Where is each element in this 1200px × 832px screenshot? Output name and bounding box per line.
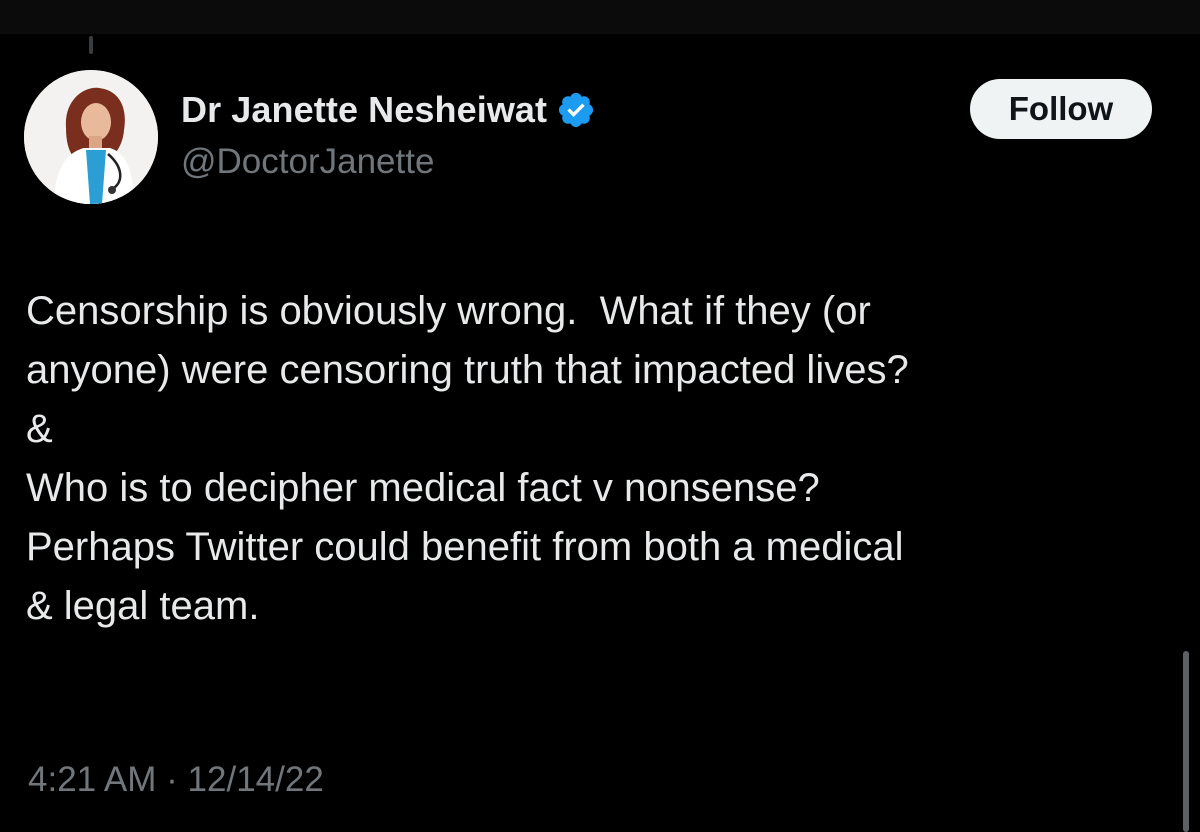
tweet-line: anyone) were censoring truth that impact… — [26, 348, 909, 392]
top-bar — [0, 0, 1200, 34]
follow-button[interactable]: Follow — [970, 79, 1152, 139]
tweet-line: Perhaps Twitter could benefit from both … — [26, 525, 904, 569]
tweet-date: 12/14/22 — [187, 760, 324, 799]
thread-connector-line — [89, 36, 93, 54]
tweet-line: Who is to decipher medical fact v nonsen… — [26, 466, 820, 510]
tweet-time: 4:21 AM — [28, 760, 157, 799]
author-handle[interactable]: @DoctorJanette — [181, 142, 434, 182]
tweet-timestamp[interactable]: 4:21 AM · 12/14/22 — [28, 760, 324, 800]
avatar[interactable] — [24, 70, 158, 204]
tweet-line: & legal team. — [26, 584, 260, 628]
timestamp-separator: · — [166, 760, 178, 799]
author-name-row: Dr Janette Nesheiwat — [181, 86, 596, 134]
verified-badge-icon[interactable] — [556, 90, 596, 130]
tweet-line: & — [26, 407, 53, 451]
author-display-name[interactable]: Dr Janette Nesheiwat — [181, 89, 547, 131]
tweet-line: Censorship is obviously wrong. What if t… — [26, 289, 871, 333]
avatar-image — [24, 70, 158, 204]
scrollbar[interactable] — [1183, 651, 1189, 832]
tweet-text: Censorship is obviously wrong. What if t… — [26, 282, 1176, 636]
